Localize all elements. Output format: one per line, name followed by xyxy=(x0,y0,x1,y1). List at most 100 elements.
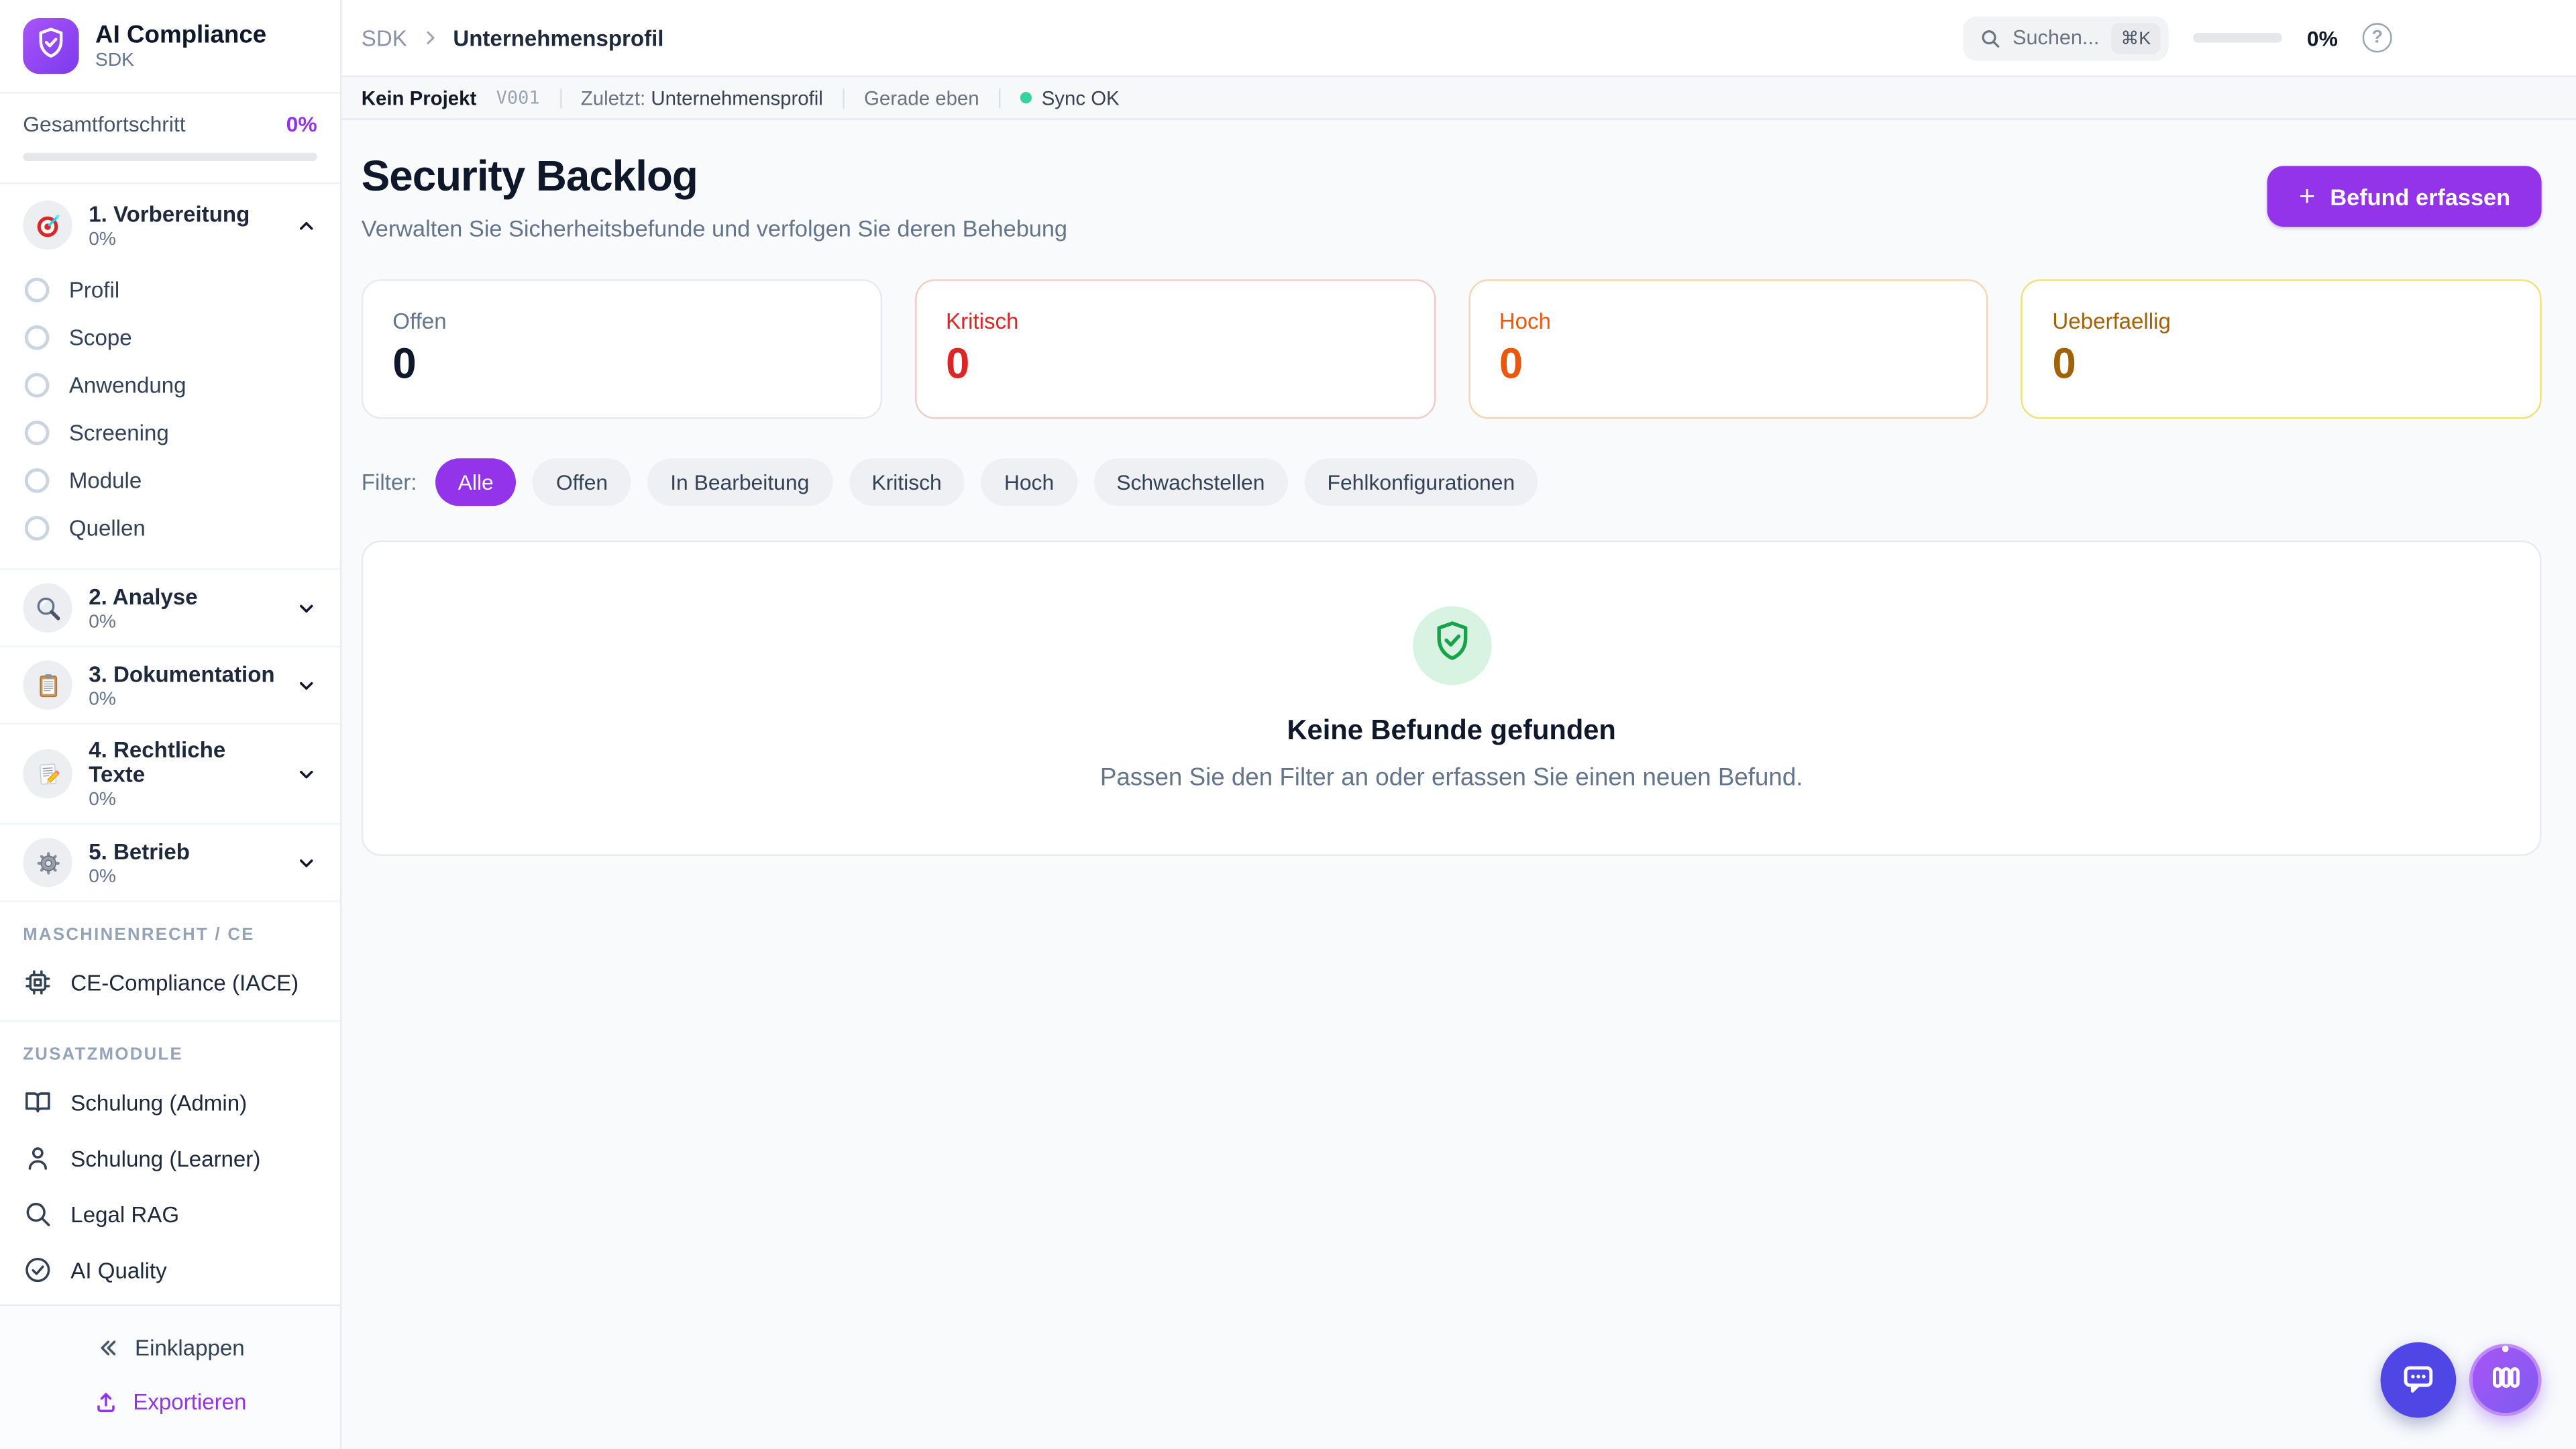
add-finding-button[interactable]: + Befund erfassen xyxy=(2268,166,2542,227)
empty-state-message: Passen Sie den Filter an oder erfassen S… xyxy=(1100,763,1803,792)
nav-phase-percent: 0% xyxy=(89,790,279,810)
stat-card-hoch: Hoch 0 xyxy=(1468,279,1988,419)
overall-progress-bar xyxy=(23,153,317,161)
search-icon xyxy=(23,1199,52,1229)
clipboard-emoji-icon xyxy=(23,660,72,709)
page-header-text: Security Backlog Verwalten Sie Sicherhei… xyxy=(362,151,1067,241)
section-header-maschinenrecht: MASCHINENRECHT / CE xyxy=(0,902,340,955)
chat-fab-button[interactable] xyxy=(2381,1342,2457,1418)
nav-phase-analyse-toggle[interactable]: 2. Analyse 0% xyxy=(0,570,340,646)
step-circle-icon xyxy=(25,421,50,445)
memo-emoji-icon xyxy=(23,749,72,798)
sidebar-footer: Einklappen Exportieren xyxy=(0,1305,340,1449)
nav-phase-dokumentation-toggle[interactable]: 3. Dokumentation 0% xyxy=(0,647,340,723)
step-circle-icon xyxy=(25,278,50,303)
step-circle-icon xyxy=(25,468,50,493)
topbar-right: Suchen... ⌘K 0% ? xyxy=(1964,15,2392,60)
sidebar-item-profil[interactable]: Profil xyxy=(0,266,340,314)
app-header: AI Compliance SDK xyxy=(0,0,340,94)
sidebar-item-label: Module xyxy=(69,468,142,493)
sidebar-item-ce-compliance[interactable]: CE-Compliance (IACE) xyxy=(0,955,340,1010)
empty-state-icon-circle xyxy=(1412,605,1491,684)
stat-label: Offen xyxy=(392,309,851,333)
sidebar-item-schulung-learner[interactable]: Schulung (Learner) xyxy=(0,1130,340,1186)
sidebar-item-ai-quality[interactable]: AI Quality xyxy=(0,1242,340,1297)
topbar: SDK Unternehmensprofil Suchen... ⌘K 0% ? xyxy=(341,0,2576,77)
sidebar-item-module[interactable]: Module xyxy=(0,457,340,504)
page-content: Security Backlog Verwalten Sie Sicherhei… xyxy=(341,120,2576,856)
sidebar-item-label: CE-Compliance (IACE) xyxy=(70,970,299,995)
breadcrumb-root[interactable]: SDK xyxy=(362,25,407,50)
nav-phase-rechtliche-texte-toggle[interactable]: 4. Rechtliche Texte 0% xyxy=(0,724,340,823)
collapse-sidebar-button[interactable]: Einklappen xyxy=(23,1328,317,1368)
empty-state-title: Keine Befunde gefunden xyxy=(1287,714,1615,747)
nav-phase-label: 4. Rechtliche Texte xyxy=(89,738,279,787)
sidebar-nav: 1. Vorbereitung 0% Profil Scope Anwendun… xyxy=(0,184,340,1304)
filter-chip-hoch[interactable]: Hoch xyxy=(981,458,1077,506)
book-open-icon xyxy=(23,1087,52,1117)
filter-chip-fehlkonfigurationen[interactable]: Fehlkonfigurationen xyxy=(1304,458,1538,506)
nav-phase-percent: 0% xyxy=(89,867,279,886)
filter-chip-alle[interactable]: Alle xyxy=(435,458,517,506)
filter-chip-schwachstellen[interactable]: Schwachstellen xyxy=(1093,458,1288,506)
nav-phase-rechtliche-texte: 4. Rechtliche Texte 0% xyxy=(0,724,340,824)
nav-phase-betrieb-toggle[interactable]: 5. Betrieb 0% xyxy=(0,824,340,900)
shield-check-icon xyxy=(1430,619,1473,670)
stat-label: Kritisch xyxy=(946,309,1404,333)
page-title: Security Backlog xyxy=(362,151,1067,202)
page-header: Security Backlog Verwalten Sie Sicherhei… xyxy=(362,151,2542,241)
main-area: SDK Unternehmensprofil Suchen... ⌘K 0% ? xyxy=(341,0,2576,1449)
sidebar-item-scope[interactable]: Scope xyxy=(0,314,340,362)
page-subtitle: Verwalten Sie Sicherheitsbefunde und ver… xyxy=(362,215,1067,241)
overall-progress: Gesamtfortschritt 0% xyxy=(0,94,340,184)
chevron-right-icon xyxy=(420,28,439,48)
sidebar-item-anwendung[interactable]: Anwendung xyxy=(0,362,340,409)
help-icon[interactable]: ? xyxy=(2363,23,2392,52)
nav-phase-subitems: Profil Scope Anwendung Screening Module … xyxy=(0,263,340,569)
export-label: Exportieren xyxy=(133,1390,246,1415)
last-saved-time: Gerade eben xyxy=(864,87,979,109)
filter-row: Filter: Alle Offen In Bearbeitung Kritis… xyxy=(362,458,2542,506)
filter-chip-kritisch[interactable]: Kritisch xyxy=(849,458,965,506)
sidebar-item-label: Schulung (Learner) xyxy=(70,1146,260,1171)
breadcrumb-current: Unternehmensprofil xyxy=(453,25,663,50)
check-circle-icon xyxy=(23,1255,52,1285)
search-placeholder: Suchen... xyxy=(2012,26,2099,49)
sidebar-item-schulung-admin[interactable]: Schulung (Admin) xyxy=(0,1075,340,1130)
nav-phase-label: 1. Vorbereitung xyxy=(89,201,279,226)
sidebar-item-screening[interactable]: Screening xyxy=(0,409,340,457)
collapse-label: Einklappen xyxy=(135,1336,245,1360)
columns-icon xyxy=(2488,1360,2522,1400)
keyboard-shortcut-badge: ⌘K xyxy=(2111,22,2161,54)
last-visited-label: Zuletzt: xyxy=(581,87,645,109)
search-input[interactable]: Suchen... ⌘K xyxy=(1964,15,2169,60)
add-finding-label: Befund erfassen xyxy=(2330,183,2510,209)
sync-status: Sync OK xyxy=(1020,87,1120,109)
kanban-fab-button[interactable] xyxy=(2469,1344,2542,1416)
export-button[interactable]: Exportieren xyxy=(23,1382,317,1423)
topbar-progress-value: 0% xyxy=(2307,25,2338,50)
floating-buttons xyxy=(2381,1342,2542,1418)
nav-phase-percent: 0% xyxy=(89,689,279,708)
target-emoji-icon xyxy=(23,201,72,250)
section-header-zusatzmodule: ZUSATZMODULE xyxy=(0,1022,340,1074)
stat-card-kritisch: Kritisch 0 xyxy=(914,279,1435,419)
chat-bubble-icon xyxy=(2400,1360,2436,1401)
sidebar-item-quellen[interactable]: Quellen xyxy=(0,504,340,552)
nav-phase-vorbereitung-toggle[interactable]: 1. Vorbereitung 0% xyxy=(0,187,340,263)
chevron-down-icon xyxy=(296,763,317,785)
nav-phase-percent: 0% xyxy=(89,229,279,249)
app-title: AI Compliance xyxy=(95,21,266,50)
sidebar-item-legal-rag[interactable]: Legal RAG xyxy=(0,1186,340,1242)
cpu-icon xyxy=(23,967,52,997)
overall-progress-label: Gesamtfortschritt xyxy=(23,112,185,137)
filter-chip-offen[interactable]: Offen xyxy=(533,458,631,506)
sync-status-label: Sync OK xyxy=(1042,87,1120,109)
nav-phase-percent: 0% xyxy=(89,612,279,631)
step-circle-icon xyxy=(25,516,50,541)
divider xyxy=(999,88,1000,107)
stat-label: Hoch xyxy=(1499,309,1957,333)
empty-state-panel: Keine Befunde gefunden Passen Sie den Fi… xyxy=(362,541,2542,856)
filter-chip-in-bearbeitung[interactable]: In Bearbeitung xyxy=(647,458,833,506)
stat-cards: Offen 0 Kritisch 0 Hoch 0 Ueberfaellig 0 xyxy=(362,279,2542,419)
